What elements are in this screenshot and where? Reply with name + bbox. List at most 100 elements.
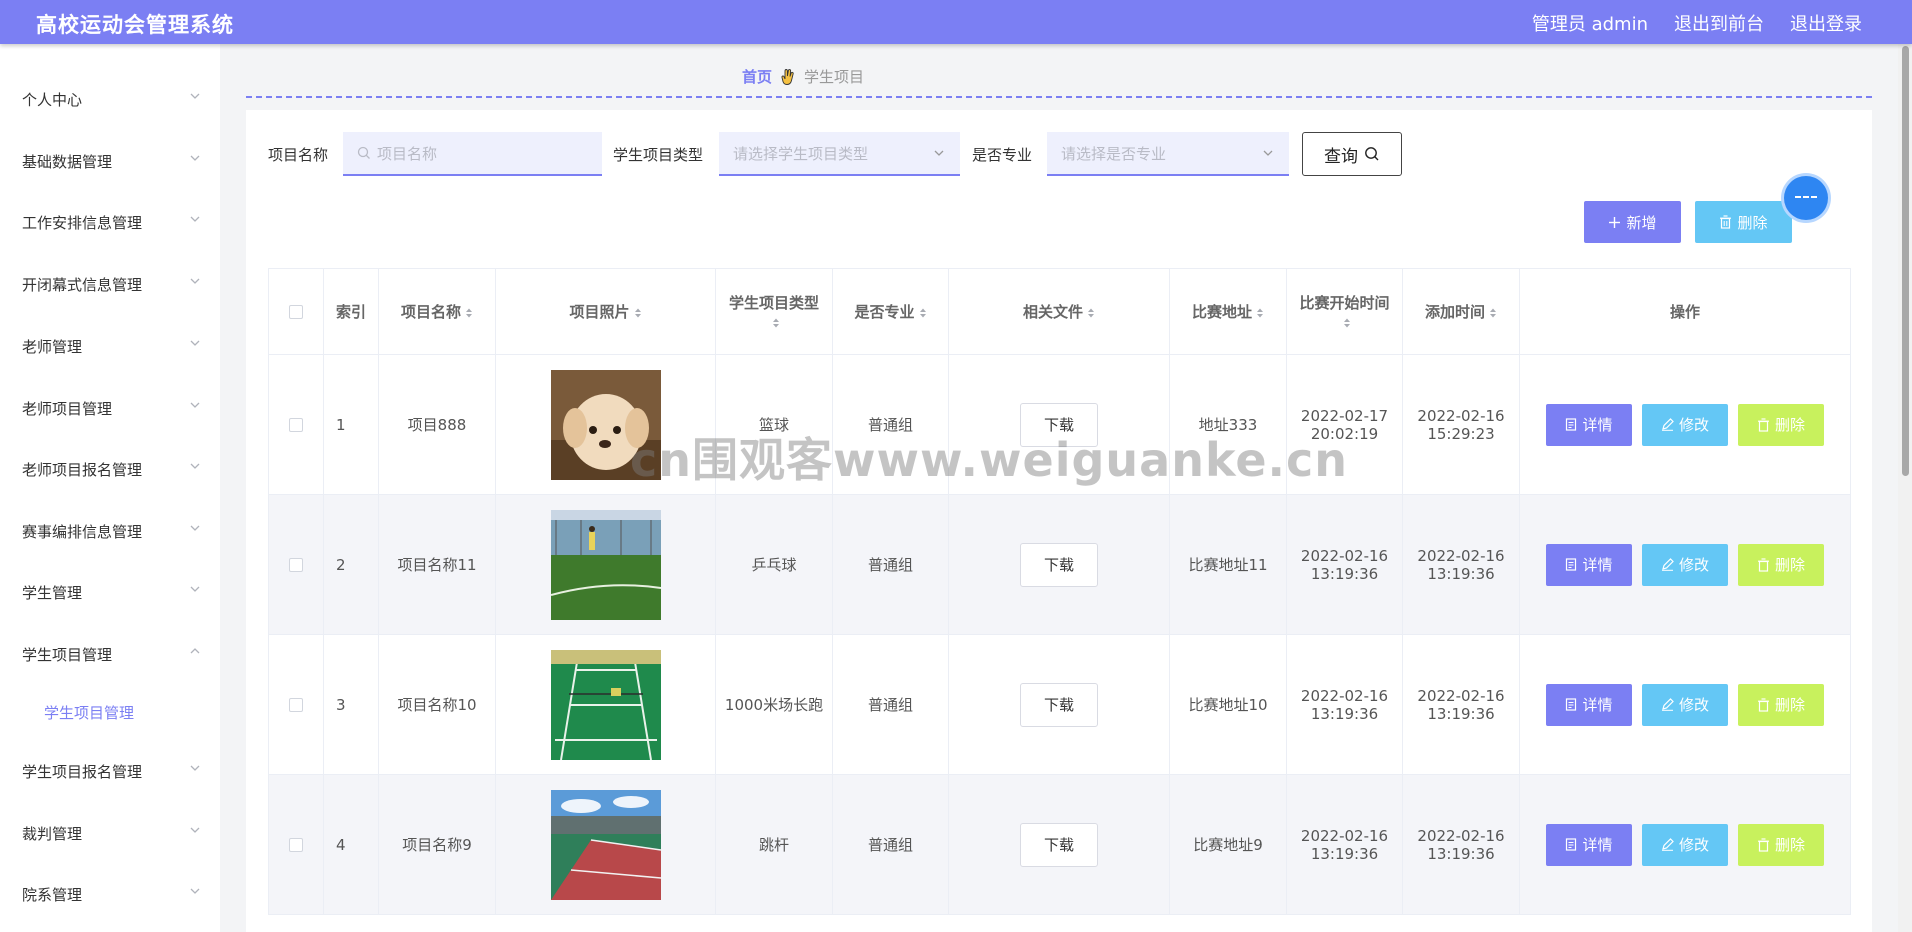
professional-label: 是否专业 (972, 146, 1033, 164)
sports-court-photo[interactable] (550, 789, 661, 900)
download-button[interactable]: 下载 (1020, 402, 1098, 447)
sidebar-item-personal-center[interactable]: 个人中心 (0, 76, 220, 122)
col-files[interactable]: 相关文件 (948, 268, 1170, 355)
sidebar-item-student-projects[interactable]: 学生项目管理 (0, 631, 220, 677)
project-type-select[interactable]: 请选择学生项目类型 (719, 132, 960, 176)
edit-button[interactable]: 修改 (1642, 683, 1728, 726)
detail-button[interactable]: 详情 (1546, 543, 1632, 586)
logout-link[interactable]: 退出登录 (1790, 10, 1862, 36)
add-button[interactable]: 新增 (1584, 201, 1681, 243)
sidebar-item-label: 学生管理 (22, 583, 83, 602)
sidebar-item-referees[interactable]: 裁判管理 (0, 810, 220, 856)
badminton-court-photo[interactable] (550, 649, 661, 760)
sort-icon[interactable] (465, 307, 473, 319)
sidebar-item-label: 赛事编排信息管理 (22, 522, 143, 541)
download-button[interactable]: 下载 (1020, 682, 1098, 727)
sidebar-item-label: 学生项目管理 (22, 645, 113, 664)
chevron-down-icon (190, 463, 200, 469)
sidebar-item-label: 老师项目管理 (22, 399, 113, 418)
delete-button[interactable]: 删除 (1738, 543, 1824, 586)
row-index: 4 (323, 774, 379, 915)
edit-button[interactable]: 修改 (1642, 403, 1728, 446)
row-checkbox[interactable] (289, 418, 303, 432)
edit-button[interactable]: 修改 (1642, 823, 1728, 866)
admin-label: 管理员 admin (1531, 14, 1648, 35)
row-checkbox[interactable] (289, 698, 303, 712)
col-project-name[interactable]: 项目名称 (378, 268, 496, 355)
row-project-name: 项目888 (378, 354, 496, 495)
col-added-time[interactable]: 添加时间 (1402, 268, 1520, 355)
chevron-down-icon (190, 586, 200, 592)
chevron-up-icon (190, 648, 200, 654)
row-project-type: 跳杆 (715, 774, 833, 915)
sidebar-item-work-schedule[interactable]: 工作安排信息管理 (0, 199, 220, 245)
trash-icon (1757, 557, 1769, 572)
row-added-time: 2022-02-16 15:29:23 (1402, 354, 1520, 495)
edit-icon (1661, 558, 1674, 571)
edit-button[interactable]: 修改 (1642, 543, 1728, 586)
sort-icon[interactable] (1087, 307, 1095, 319)
chevron-down-icon (190, 888, 200, 894)
col-project-photo[interactable]: 项目照片 (495, 268, 716, 355)
detail-button[interactable]: 详情 (1546, 403, 1632, 446)
floating-widget-button[interactable] (1784, 176, 1828, 220)
row-address: 比赛地址11 (1169, 494, 1287, 635)
sidebar: 个人中心 基础数据管理 工作安排信息管理 开闭幕式信息管理 老师管理 老师项目管… (0, 44, 220, 932)
sidebar-item-student-registration[interactable]: 学生项目报名管理 (0, 748, 220, 794)
project-type-label: 学生项目类型 (613, 146, 704, 164)
project-name-input[interactable]: 项目名称 (343, 132, 602, 176)
back-to-front-link[interactable]: 退出到前台 (1674, 10, 1764, 36)
chevron-down-icon (190, 93, 200, 99)
delete-button[interactable]: 删除 (1738, 683, 1824, 726)
puppy-photo[interactable] (550, 369, 661, 480)
table-row: 2 项目名称11 乒乓球 普通组 下载 比赛地址11 2022-02-16 13… (268, 494, 1851, 635)
sidebar-item-departments[interactable]: 院系管理 (0, 871, 220, 917)
sidebar-item-teacher-registration[interactable]: 老师项目报名管理 (0, 446, 220, 492)
chevron-down-icon (934, 150, 944, 156)
query-button-label: 查询 (1324, 146, 1358, 167)
sort-icon[interactable] (1343, 317, 1351, 329)
row-start-time: 2022-02-16 13:19:36 (1286, 494, 1403, 635)
sidebar-subitem-student-projects[interactable]: 学生项目管理 (0, 692, 220, 732)
row-checkbox[interactable] (289, 838, 303, 852)
sidebar-item-teachers[interactable]: 老师管理 (0, 323, 220, 369)
scrollbar-thumb[interactable] (1902, 46, 1909, 476)
sort-icon[interactable] (772, 317, 780, 329)
sidebar-item-label: 开闭幕式信息管理 (22, 275, 143, 294)
col-address[interactable]: 比赛地址 (1169, 268, 1287, 355)
col-professional[interactable]: 是否专业 (832, 268, 949, 355)
batch-delete-button[interactable]: 删除 (1695, 201, 1792, 243)
document-icon (1566, 558, 1577, 571)
row-index: 2 (323, 494, 379, 635)
detail-button[interactable]: 详情 (1546, 683, 1632, 726)
detail-button[interactable]: 详情 (1546, 823, 1632, 866)
delete-button[interactable]: 删除 (1738, 403, 1824, 446)
col-project-type[interactable]: 学生项目类型 (715, 268, 833, 355)
sidebar-item-event-arrangement[interactable]: 赛事编排信息管理 (0, 508, 220, 554)
download-button[interactable]: 下载 (1020, 822, 1098, 867)
document-icon (1566, 418, 1577, 431)
col-operations: 操作 (1519, 268, 1851, 355)
row-checkbox[interactable] (289, 558, 303, 572)
select-all-checkbox[interactable] (289, 305, 303, 319)
sort-icon[interactable] (919, 307, 927, 319)
chevron-down-icon (190, 216, 200, 222)
sidebar-item-basic-data[interactable]: 基础数据管理 (0, 138, 220, 184)
sort-icon[interactable] (634, 307, 642, 319)
query-button[interactable]: 查询 (1302, 132, 1402, 176)
sidebar-item-ceremony[interactable]: 开闭幕式信息管理 (0, 261, 220, 307)
download-button[interactable]: 下载 (1020, 542, 1098, 587)
row-project-type: 篮球 (715, 354, 833, 495)
sort-icon[interactable] (1256, 307, 1264, 319)
breadcrumb-home[interactable]: 首页 (742, 66, 772, 87)
soccer-field-photo[interactable] (550, 509, 661, 620)
row-address: 比赛地址10 (1169, 634, 1287, 775)
sidebar-item-teacher-projects[interactable]: 老师项目管理 (0, 385, 220, 431)
sidebar-item-label: 个人中心 (22, 90, 83, 109)
professional-select[interactable]: 请选择是否专业 (1047, 132, 1289, 176)
hand-icon (781, 68, 794, 85)
sort-icon[interactable] (1489, 307, 1497, 319)
col-start-time[interactable]: 比赛开始时间 (1286, 268, 1403, 355)
sidebar-item-students[interactable]: 学生管理 (0, 569, 220, 615)
delete-button[interactable]: 删除 (1738, 823, 1824, 866)
